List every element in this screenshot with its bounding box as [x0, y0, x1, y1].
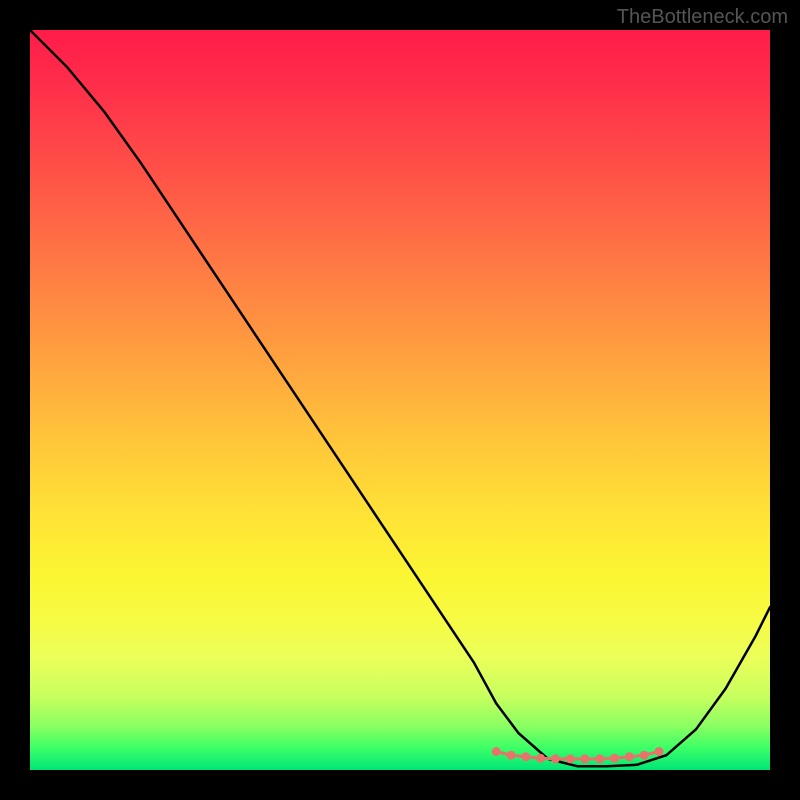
marker-dot	[655, 747, 664, 756]
chart-svg	[30, 30, 770, 770]
marker-dot	[521, 752, 530, 761]
marker-dot	[595, 754, 604, 763]
marker-dot	[610, 754, 619, 763]
plot-area	[30, 30, 770, 770]
marker-dot	[566, 754, 575, 763]
bottleneck-curve-path	[30, 30, 770, 766]
marker-dot	[492, 747, 501, 756]
optimal-range-dots	[492, 747, 664, 763]
marker-line	[496, 752, 659, 759]
marker-dot	[551, 754, 560, 763]
marker-dot	[536, 754, 545, 763]
marker-dot	[640, 751, 649, 760]
watermark-text: TheBottleneck.com	[617, 6, 788, 29]
marker-dot	[581, 754, 590, 763]
marker-dot	[507, 751, 516, 760]
marker-dot	[625, 752, 634, 761]
